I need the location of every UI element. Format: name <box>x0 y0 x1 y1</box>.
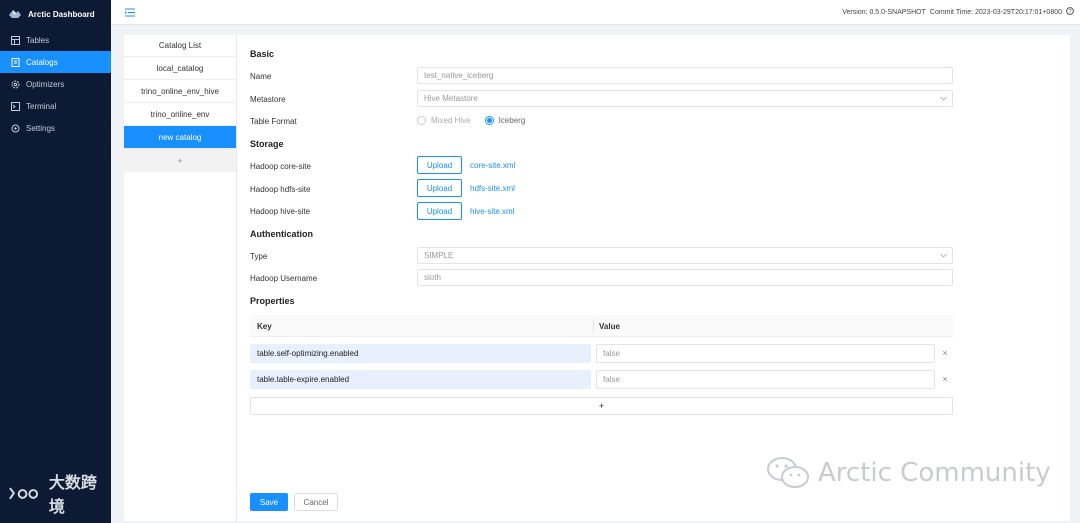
save-button[interactable]: Save <box>250 493 288 511</box>
table-format-radio-group: Mixed Hive Iceberg <box>417 116 525 125</box>
watermark-logo-icon <box>9 487 39 500</box>
app-title: Arctic Dashboard <box>28 9 95 19</box>
version-text: Version: 0.5.0-SNAPSHOT <box>842 8 926 16</box>
catalog-list-title: Catalog List <box>124 35 236 57</box>
sidebar-item-tables[interactable]: Tables <box>0 29 111 51</box>
arctic-logo-icon <box>9 10 21 18</box>
radio-circle <box>484 116 494 125</box>
catalog-icon <box>11 57 20 67</box>
property-value-input[interactable]: false <box>596 370 935 389</box>
upload-hive-site-button[interactable]: Upload <box>417 202 462 220</box>
auth-type-select-value: SIMPLE <box>424 251 454 260</box>
radio-mixed-hive[interactable]: Mixed Hive <box>417 116 471 125</box>
catalog-item[interactable]: local_catalog <box>124 57 236 80</box>
sidebar-item-label: Catalogs <box>26 57 58 67</box>
section-storage-title: Storage <box>250 139 284 149</box>
core-site-upload-row: Upload core-site.xml <box>417 156 515 174</box>
sidebar-item-catalogs[interactable]: Catalogs <box>0 51 111 73</box>
hive-site-upload-row: Upload hive-site.xml <box>417 202 514 220</box>
sidebar-item-settings[interactable]: Settings <box>0 117 111 139</box>
svg-text:?: ? <box>1068 9 1071 15</box>
catalog-list-panel: Catalog List local_catalog trino_online_… <box>124 35 237 521</box>
hadoop-username-input[interactable]: sloth <box>417 269 953 286</box>
watermark-right: Arctic Community <box>764 455 1051 491</box>
terminal-icon <box>11 101 20 111</box>
hdfs-site-label: Hadoop hdfs-site <box>250 185 311 194</box>
table-format-label: Table Format <box>250 117 297 126</box>
hdfs-site-file-link[interactable]: hdfs-site.xml <box>470 184 515 193</box>
sidebar-item-label: Tables <box>26 35 50 45</box>
properties-table-header: Key Value <box>250 315 953 337</box>
upload-core-site-button[interactable]: Upload <box>417 156 462 174</box>
gear-icon <box>11 80 20 89</box>
watermark-right-text: Arctic Community <box>818 458 1051 488</box>
watermark-left: 大数跨境 <box>8 469 111 517</box>
metastore-select[interactable]: Hive Metastore <box>417 90 953 107</box>
upload-hdfs-site-button[interactable]: Upload <box>417 179 462 197</box>
sidebar-item-label: Optimizers <box>26 79 65 89</box>
name-label: Name <box>250 72 272 81</box>
chevron-down-icon <box>939 252 947 260</box>
commit-time-text: Commit Time: 2023-03-29T20:17:01+0800 <box>929 8 1062 16</box>
hadoop-username-value: sloth <box>424 273 441 282</box>
property-key-input[interactable]: table.self-optimizing.enabled <box>250 344 591 363</box>
delete-property-icon[interactable]: × <box>940 373 950 385</box>
help-icon[interactable]: ? <box>1066 7 1074 17</box>
wechat-logo-icon <box>767 457 809 488</box>
metastore-label: Metastore <box>250 95 286 104</box>
hadoop-username-label: Hadoop Username <box>250 274 318 283</box>
add-catalog-button[interactable]: + <box>124 149 236 172</box>
catalog-item-active[interactable]: new catalog <box>124 126 236 149</box>
name-input[interactable]: test_native_iceberg <box>417 67 953 84</box>
hive-site-file-link[interactable]: hive-site.xml <box>470 207 514 216</box>
chevron-down-icon <box>939 95 947 103</box>
section-authentication-title: Authentication <box>250 229 313 239</box>
sidebar-item-label: Settings <box>26 123 55 133</box>
auth-type-label: Type <box>250 252 268 261</box>
metastore-select-value: Hive Metastore <box>424 94 478 103</box>
table-icon <box>11 35 20 45</box>
radio-circle <box>417 116 426 125</box>
settings-icon <box>11 124 20 133</box>
core-site-label: Hadoop core-site <box>250 162 311 171</box>
sidebar: Arctic Dashboard Tables Catalogs Optimiz… <box>0 0 111 523</box>
property-row: table.self-optimizing.enabled false × <box>250 344 953 363</box>
column-divider <box>593 319 594 333</box>
property-value-input[interactable]: false <box>596 344 935 363</box>
hive-site-label: Hadoop hive-site <box>250 207 311 216</box>
section-basic-title: Basic <box>250 49 275 59</box>
sidebar-item-optimizers[interactable]: Optimizers <box>0 73 111 95</box>
property-row: table.table-expire.enabled false × <box>250 370 953 389</box>
radio-iceberg[interactable]: Iceberg <box>484 116 526 125</box>
main-content: Catalog List local_catalog trino_online_… <box>124 35 1070 521</box>
radio-label: Mixed Hive <box>431 116 471 125</box>
add-property-button[interactable]: + <box>250 397 953 415</box>
catalog-item[interactable]: trino_online_env <box>124 103 236 126</box>
menu-toggle-icon[interactable] <box>124 6 136 18</box>
auth-type-select[interactable]: SIMPLE <box>417 247 953 264</box>
value-column-header: Value <box>599 322 620 331</box>
sidebar-item-terminal[interactable]: Terminal <box>0 95 111 117</box>
name-input-value: test_native_iceberg <box>424 71 494 80</box>
sidebar-item-label: Terminal <box>26 101 57 111</box>
delete-property-icon[interactable]: × <box>940 347 950 359</box>
version-info: Version: 0.5.0-SNAPSHOT Commit Time: 202… <box>842 7 1074 17</box>
hdfs-site-upload-row: Upload hdfs-site.xml <box>417 179 515 197</box>
section-properties-title: Properties <box>250 296 295 306</box>
radio-label: Iceberg <box>498 116 526 125</box>
cancel-button[interactable]: Cancel <box>294 493 338 511</box>
catalog-item[interactable]: trino_online_env_hive <box>124 80 236 103</box>
key-column-header: Key <box>257 322 272 331</box>
core-site-file-link[interactable]: core-site.xml <box>470 161 515 170</box>
top-header: Version: 0.5.0-SNAPSHOT Commit Time: 202… <box>111 0 1080 25</box>
app-logo[interactable]: Arctic Dashboard <box>0 0 111 28</box>
watermark-left-text: 大数跨境 <box>48 475 97 516</box>
property-key-input[interactable]: table.table-expire.enabled <box>250 370 591 389</box>
